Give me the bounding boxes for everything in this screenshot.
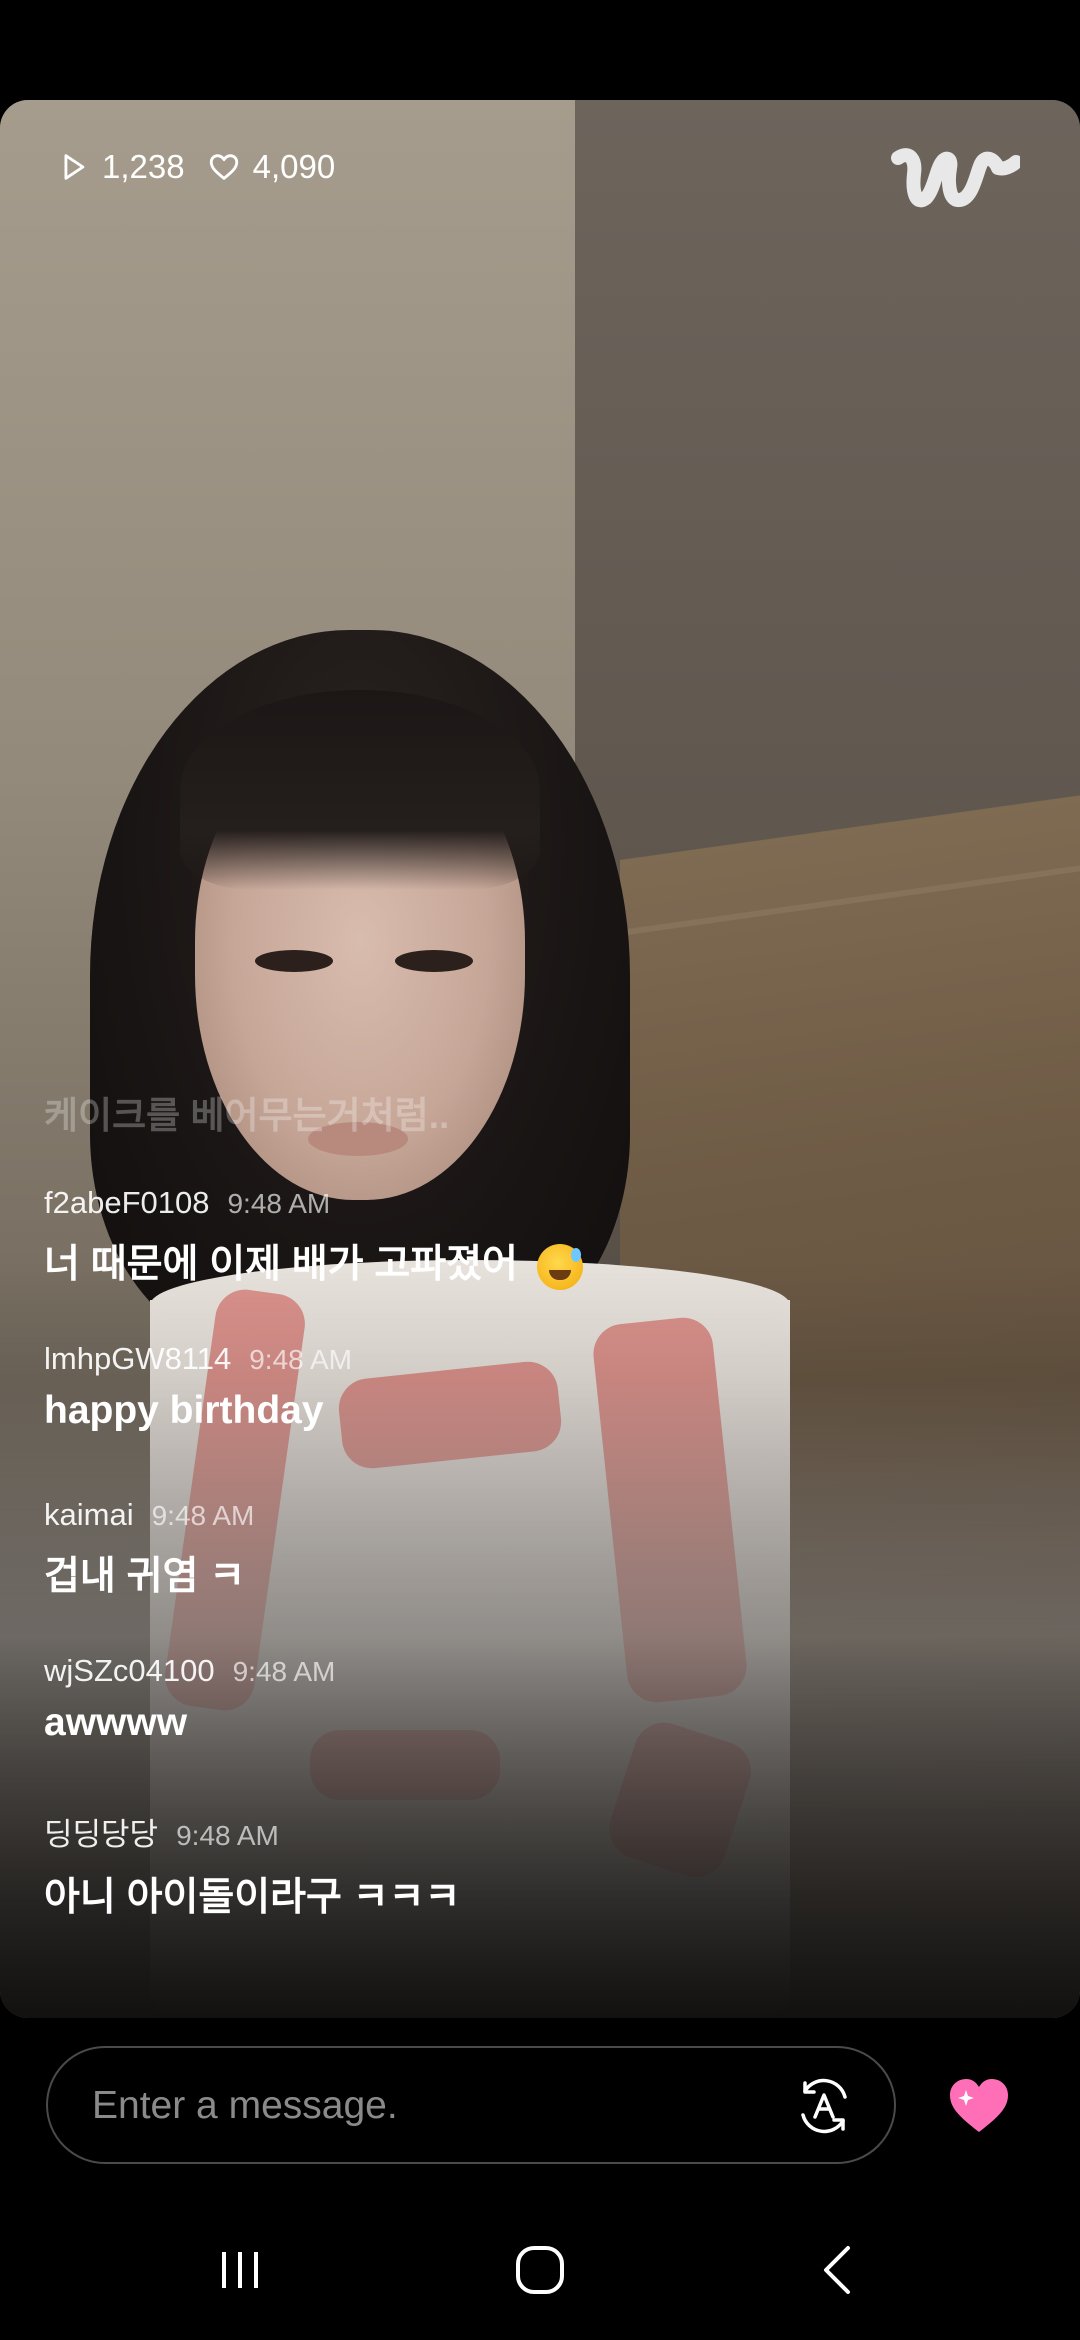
chat-text: 아니 아이돌이라구 ㅋㅋㅋ bbox=[44, 1876, 461, 1919]
play-count: 1,238 bbox=[56, 148, 185, 186]
chat-timestamp: 9:48 AM bbox=[151, 1500, 255, 1531]
chat-timestamp: 9:48 AM bbox=[176, 1820, 279, 1851]
play-count-value: 1,238 bbox=[102, 148, 185, 185]
chat-message: wjSZc04100 9:48 AM awwww bbox=[44, 1653, 335, 1745]
back-icon[interactable] bbox=[810, 2240, 870, 2300]
chat-text: awwww bbox=[44, 1701, 188, 1744]
chat-text: 겁내 귀염 ㅋ bbox=[44, 1555, 246, 1598]
chat-timestamp: 9:48 AM bbox=[232, 1656, 336, 1687]
like-count-value: 4,090 bbox=[252, 148, 336, 185]
faded-chat-message: 케이크를 베어무는거처럼.. bbox=[44, 1095, 450, 1136]
chat-username[interactable]: lmhpGW8114 bbox=[44, 1341, 231, 1377]
chat-message: 딩딩당당 9:48 AM 아니 아이돌이라구 ㅋㅋㅋ bbox=[44, 1809, 460, 1922]
status-bar bbox=[0, 0, 1080, 100]
like-count: 4,090 bbox=[207, 148, 336, 186]
home-icon[interactable] bbox=[510, 2240, 570, 2300]
message-input[interactable] bbox=[90, 2048, 774, 2164]
chat-message: kaimai 9:48 AM 겁내 귀염 ㅋ bbox=[44, 1497, 254, 1601]
chat-username[interactable]: wjSZc04100 bbox=[44, 1653, 215, 1689]
chat-timestamp: 9:48 AM bbox=[227, 1188, 331, 1219]
weverse-logo bbox=[891, 148, 1020, 208]
heart-outline-icon bbox=[209, 154, 238, 180]
play-icon bbox=[64, 154, 85, 180]
chat-username[interactable]: 딩딩당당 bbox=[44, 1809, 158, 1854]
stream-stats: 1,238 4,090 bbox=[56, 148, 335, 186]
recent-apps-icon[interactable] bbox=[210, 2240, 270, 2300]
translate-icon[interactable] bbox=[793, 2075, 855, 2137]
chat-text: 너 때문에 이제 배가 고파졌어 bbox=[44, 1243, 518, 1286]
chat-text: happy birthday bbox=[44, 1389, 324, 1432]
chat-message: f2abeF0108 9:48 AM 너 때문에 이제 배가 고파졌어 bbox=[44, 1185, 583, 1290]
chat-username[interactable]: f2abeF0108 bbox=[44, 1185, 209, 1221]
system-navigation-bar bbox=[0, 2200, 1080, 2340]
chat-timestamp: 9:48 AM bbox=[249, 1344, 352, 1375]
message-input-container bbox=[46, 2046, 896, 2164]
chat-username[interactable]: kaimai bbox=[44, 1497, 134, 1533]
chat-message: lmhpGW8114 9:48 AM happy birthday bbox=[44, 1341, 352, 1433]
sweat-smile-emoji-icon bbox=[536, 1243, 583, 1290]
heart-sparkle-icon[interactable] bbox=[946, 2076, 1012, 2136]
